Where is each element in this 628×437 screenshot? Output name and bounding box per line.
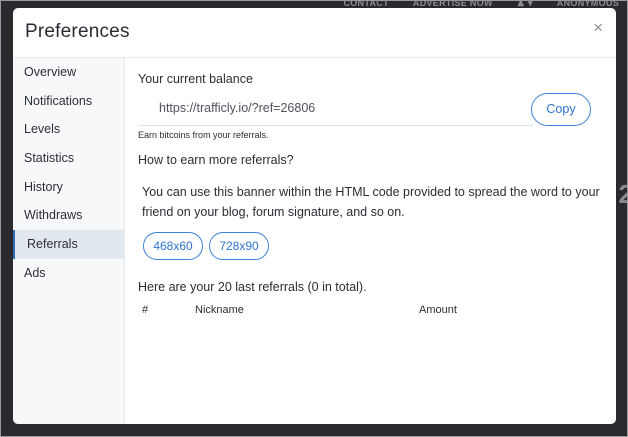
modal-header: Preferences × (13, 8, 616, 58)
sidebar-item-notifications[interactable]: Notifications (13, 87, 124, 116)
close-icon[interactable]: × (593, 19, 603, 36)
referral-link-field[interactable]: https://trafficly.io/?ref=26806 (159, 101, 315, 115)
banner-size-728x90-button[interactable]: 728x90 (209, 232, 269, 260)
sidebar-item-ads[interactable]: Ads (13, 259, 124, 288)
last-referrals-heading: Here are your 20 last referrals (0 in to… (138, 280, 367, 294)
table-header-nickname: Nickname (195, 304, 244, 316)
sidebar-item-referrals[interactable]: Referrals (13, 230, 124, 259)
bg-partial-text: 2 (619, 179, 627, 210)
banner-size-468x60-button[interactable]: 468x60 (143, 232, 203, 260)
table-header-amount: Amount (419, 304, 457, 316)
earn-note: Earn bitcoins from your referrals. (138, 130, 269, 140)
preferences-sidebar: Overview Notifications Levels Statistics… (13, 58, 125, 424)
preferences-modal: Preferences × Overview Notifications Lev… (13, 8, 616, 424)
sidebar-item-history[interactable]: History (13, 173, 124, 202)
referral-link-underline (138, 125, 533, 126)
referrals-panel: Your current balance https://trafficly.i… (137, 58, 607, 424)
sidebar-item-withdraws[interactable]: Withdraws (13, 201, 124, 230)
sidebar-item-statistics[interactable]: Statistics (13, 144, 124, 173)
balance-heading: Your current balance (138, 72, 253, 86)
sidebar-item-overview[interactable]: Overview (13, 58, 124, 87)
table-header-number: # (142, 304, 149, 316)
banner-description: You can use this banner within the HTML … (142, 185, 600, 219)
sidebar-item-levels[interactable]: Levels (13, 115, 124, 144)
how-to-earn-heading: How to earn more referrals? (138, 153, 294, 167)
modal-title: Preferences (25, 21, 130, 42)
copy-button[interactable]: Copy (531, 93, 591, 126)
